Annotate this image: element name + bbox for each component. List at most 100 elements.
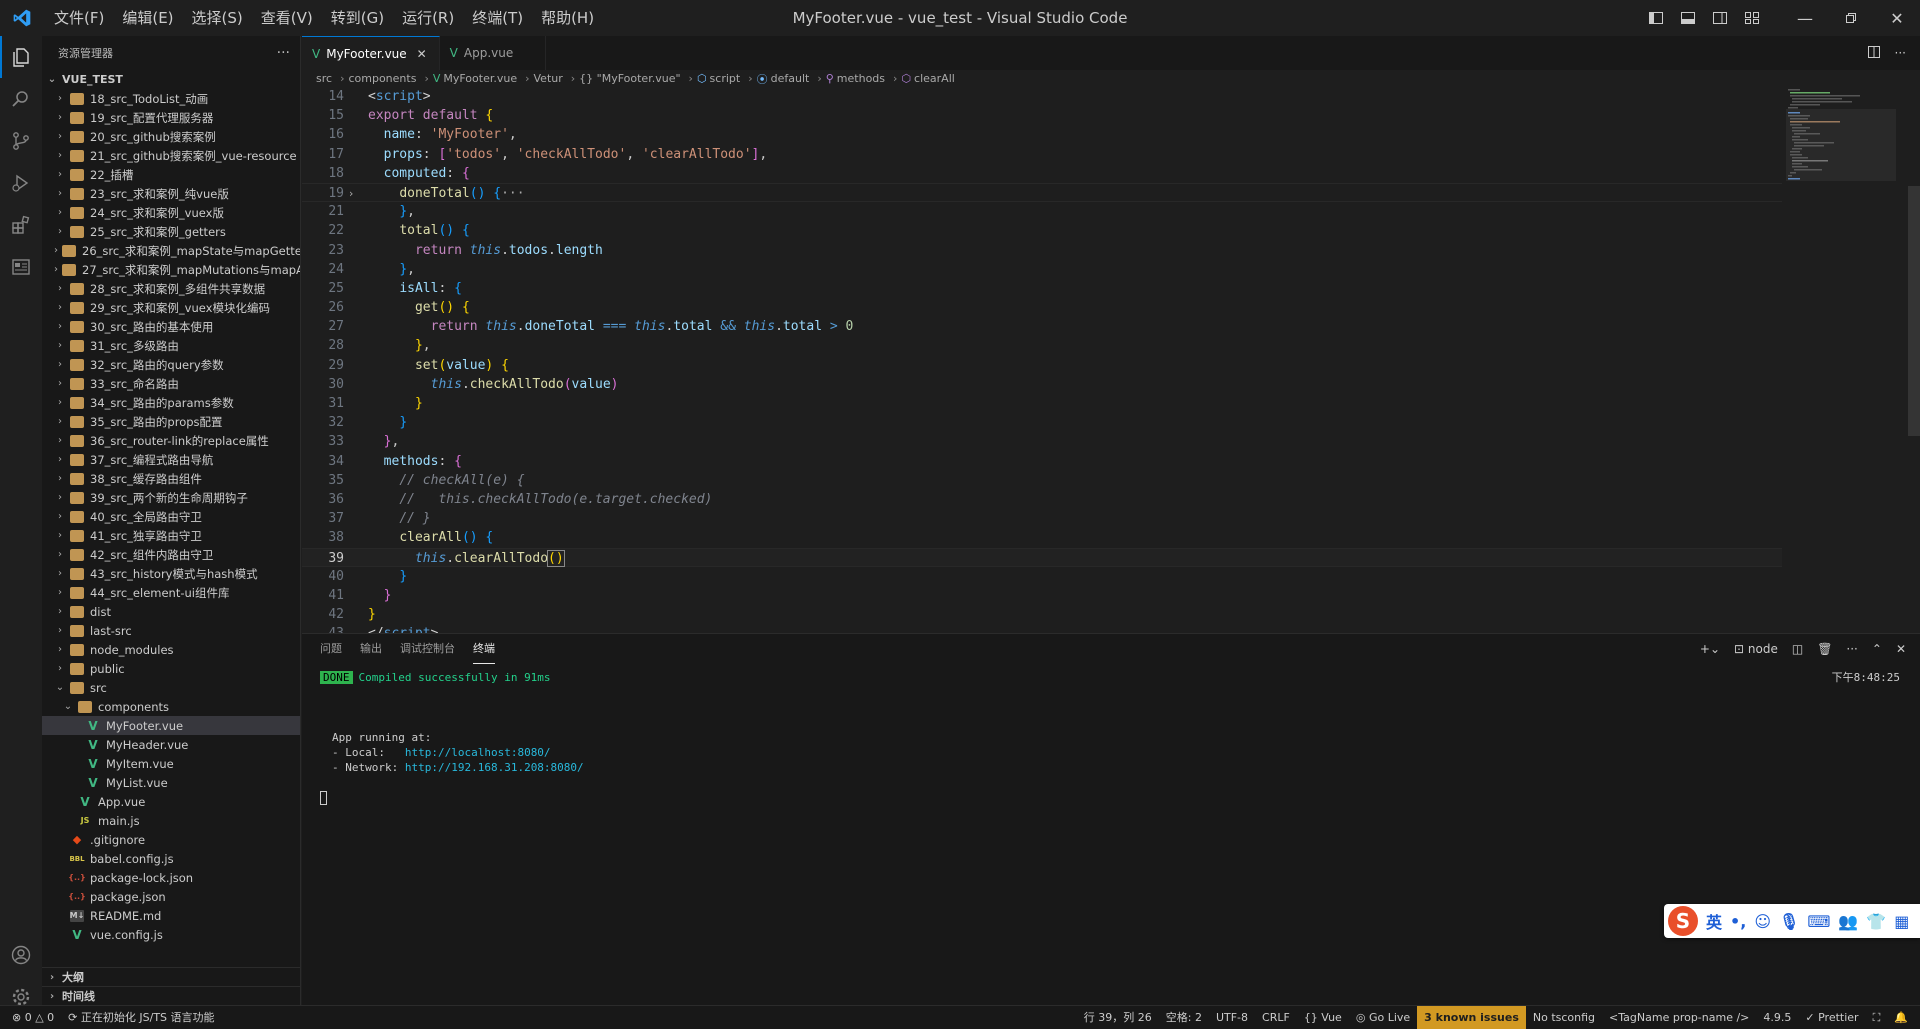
- tree-item[interactable]: › 33_src_命名路由: [42, 374, 300, 393]
- close-window-icon[interactable]: ✕: [1874, 0, 1920, 36]
- fold-chevron-icon[interactable]: ›: [344, 184, 358, 201]
- breadcrumb-item[interactable]: script: [710, 72, 741, 85]
- tree-item[interactable]: › 40_src_全局路由守卫: [42, 507, 300, 526]
- tree-item[interactable]: ⌄ components: [42, 697, 300, 716]
- tree-item[interactable]: › 27_src_求和案例_mapMutations与mapA...: [42, 260, 300, 279]
- tree-item[interactable]: V App.vue: [42, 792, 300, 811]
- source-control-icon[interactable]: [0, 120, 42, 162]
- tree-item[interactable]: › 41_src_独享路由守卫: [42, 526, 300, 545]
- minimap[interactable]: [1786, 87, 1896, 633]
- tree-item[interactable]: {..} package.json: [42, 887, 300, 906]
- cursor-position[interactable]: 行 39，列 26: [1077, 1006, 1159, 1029]
- breadcrumb-item[interactable]: {} "MyFooter.vue": [579, 72, 680, 85]
- editor-tab[interactable]: V App.vue: [440, 36, 547, 70]
- kill-terminal-icon[interactable]: 🗑: [1817, 642, 1832, 656]
- breadcrumb-item[interactable]: default: [771, 72, 810, 85]
- tree-item[interactable]: › 28_src_求和案例_多组件共享数据: [42, 279, 300, 298]
- network-url[interactable]: http://192.168.31.208:8080/: [405, 761, 584, 774]
- users-icon[interactable]: 👥: [1838, 912, 1858, 931]
- tree-item[interactable]: › 42_src_组件内路由守卫: [42, 545, 300, 564]
- breadcrumb-item[interactable]: MyFooter.vue: [443, 72, 517, 85]
- microphone-icon[interactable]: 🎙: [1779, 912, 1799, 931]
- notifications-icon[interactable]: 🔔: [1887, 1006, 1920, 1029]
- editor-tab[interactable]: V MyFooter.vue ✕: [302, 36, 440, 70]
- tree-item[interactable]: Vvue.config.js: [42, 925, 300, 944]
- minimize-icon[interactable]: —: [1782, 0, 1828, 36]
- vetur-tag-casing[interactable]: <TagName prop-name />: [1602, 1006, 1756, 1029]
- toggle-primary-sidebar-icon[interactable]: [1640, 0, 1672, 36]
- tree-item[interactable]: › 38_src_缓存路由组件: [42, 469, 300, 488]
- tree-item[interactable]: › 23_src_求和案例_纯vue版: [42, 184, 300, 203]
- search-icon[interactable]: [0, 78, 42, 120]
- tree-item[interactable]: › 37_src_编程式路由导航: [42, 450, 300, 469]
- tree-item[interactable]: › 30_src_路由的基本使用: [42, 317, 300, 336]
- menu-item[interactable]: 文件(F): [44, 0, 113, 36]
- tree-item[interactable]: › 22_插槽: [42, 165, 300, 184]
- skin-shirt-icon[interactable]: 👕: [1866, 912, 1886, 931]
- editor-scrollbar[interactable]: [1908, 186, 1920, 436]
- breadcrumb-item[interactable]: components: [348, 72, 416, 85]
- menu-item[interactable]: 编辑(E): [113, 0, 182, 36]
- menu-item[interactable]: 选择(S): [183, 0, 252, 36]
- more-actions-icon[interactable]: ···: [277, 45, 290, 61]
- panel-tab[interactable]: 终端: [473, 634, 495, 664]
- end-of-line[interactable]: CRLF: [1255, 1006, 1297, 1029]
- tree-item[interactable]: M↓ README.md: [42, 906, 300, 925]
- tree-item[interactable]: › 26_src_求和案例_mapState与mapGetters: [42, 241, 300, 260]
- split-terminal-icon[interactable]: ◫: [1792, 642, 1803, 656]
- terminal-shell[interactable]: ⊡ node: [1734, 642, 1778, 656]
- tree-item[interactable]: › 44_src_element-ui组件库: [42, 583, 300, 602]
- menu-item[interactable]: 运行(R): [393, 0, 463, 36]
- panel-tab[interactable]: 调试控制台: [400, 634, 455, 664]
- restore-icon[interactable]: [1828, 0, 1874, 36]
- tree-item[interactable]: › 34_src_路由的params参数: [42, 393, 300, 412]
- tree-item[interactable]: › public: [42, 659, 300, 678]
- tree-item[interactable]: › node_modules: [42, 640, 300, 659]
- code-editor[interactable]: 14 <script> 15 export default { 16 name: '…: [302, 87, 1782, 633]
- go-live-button[interactable]: ◎ Go Live: [1349, 1006, 1417, 1029]
- encoding[interactable]: UTF-8: [1209, 1006, 1255, 1029]
- tree-item[interactable]: {..} package-lock.json: [42, 868, 300, 887]
- tree-item[interactable]: ◆ .gitignore: [42, 830, 300, 849]
- terminal-output[interactable]: DONE Compiled successfully in 91ms 下午8:48:…: [320, 670, 1900, 805]
- menu-item[interactable]: 终端(T): [463, 0, 532, 36]
- tree-item[interactable]: › 39_src_两个新的生命周期钩子: [42, 488, 300, 507]
- grid-menu-icon[interactable]: ▦: [1894, 912, 1909, 931]
- tree-item[interactable]: JS main.js: [42, 811, 300, 830]
- panel-tab[interactable]: 输出: [360, 634, 382, 664]
- breadcrumb-item[interactable]: Vetur: [534, 72, 563, 85]
- tree-item[interactable]: › 43_src_history模式与hash模式: [42, 564, 300, 583]
- more-actions-icon[interactable]: ···: [1895, 46, 1906, 60]
- explorer-icon[interactable]: [0, 36, 42, 78]
- tree-item[interactable]: › 21_src_github搜索案例_vue-resource: [42, 146, 300, 165]
- breadcrumb-item[interactable]: src: [316, 72, 332, 85]
- tree-item[interactable]: V MyHeader.vue: [42, 735, 300, 754]
- breadcrumb-item[interactable]: methods: [837, 72, 885, 85]
- breadcrumb-item[interactable]: clearAll: [914, 72, 955, 85]
- known-issues-badge[interactable]: 3 known issues: [1417, 1006, 1526, 1029]
- tree-item[interactable]: › 20_src_github搜索案例: [42, 127, 300, 146]
- problems-count[interactable]: ⊗ 0 △ 0: [0, 1006, 61, 1029]
- customize-layout-icon[interactable]: [1736, 0, 1768, 36]
- tree-item[interactable]: V MyList.vue: [42, 773, 300, 792]
- language-mode[interactable]: {} Vue: [1297, 1006, 1349, 1029]
- ime-lang[interactable]: 英: [1706, 909, 1722, 933]
- workspace-root[interactable]: ⌄ VUE_TEST: [42, 69, 300, 89]
- tree-item[interactable]: › 25_src_求和案例_getters: [42, 222, 300, 241]
- panel-tab[interactable]: 问题: [320, 634, 342, 664]
- tree-item[interactable]: V MyFooter.vue: [42, 716, 300, 735]
- tree-item[interactable]: ⌄ src: [42, 678, 300, 697]
- prettier-status[interactable]: ✓ Prettier: [1798, 1006, 1865, 1029]
- maximize-panel-icon[interactable]: ⌃: [1872, 642, 1882, 656]
- tree-item[interactable]: › 31_src_多级路由: [42, 336, 300, 355]
- ime-toolbar[interactable]: S 英 •, ☺ 🎙 ⌨ 👥 👕 ▦: [1664, 904, 1920, 938]
- tree-item[interactable]: › 19_src_配置代理服务器: [42, 108, 300, 127]
- tree-item[interactable]: V MyItem.vue: [42, 754, 300, 773]
- close-panel-icon[interactable]: ✕: [1896, 642, 1906, 656]
- menu-item[interactable]: 查看(V): [252, 0, 322, 36]
- tree-item[interactable]: › 35_src_路由的props配置: [42, 412, 300, 431]
- new-terminal-icon[interactable]: +⌄: [1700, 642, 1720, 656]
- tree-item[interactable]: › 29_src_求和案例_vuex模块化编码: [42, 298, 300, 317]
- remote-explorer-icon[interactable]: [0, 246, 42, 288]
- tsconfig-status[interactable]: No tsconfig: [1526, 1006, 1602, 1029]
